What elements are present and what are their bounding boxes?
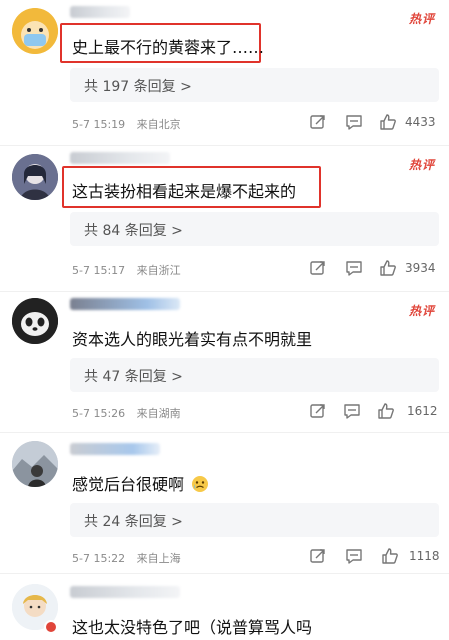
comment-actions: 4433 — [309, 113, 439, 133]
reply-count-button[interactable]: 共 84 条回复 > — [70, 212, 439, 246]
comment-meta: 5-7 15:26 来自湖南 — [72, 405, 189, 421]
username-blurred[interactable] — [70, 298, 180, 310]
share-icon[interactable] — [309, 547, 327, 565]
like-icon[interactable] — [379, 259, 397, 277]
comment-date: 5-7 15:19 — [72, 118, 126, 131]
reply-icon[interactable] — [343, 402, 361, 420]
comment-text: 这古装扮相看起来是爆不起来的 — [72, 182, 297, 201]
comment-meta: 5-7 15:17 来自浙江 — [72, 262, 189, 278]
portrait-avatar-icon — [12, 154, 58, 200]
avatar[interactable] — [12, 441, 58, 487]
like-icon[interactable] — [377, 402, 395, 420]
avatar[interactable] — [12, 298, 58, 344]
reply-icon[interactable] — [345, 113, 363, 131]
like-count: 3934 — [405, 261, 436, 275]
hot-comment-badge: 热评 — [408, 304, 435, 318]
comment-actions: 3934 — [309, 259, 439, 279]
comment-2: 热评 这古装扮相看起来是爆不起来的 共 84 条回复 > 5-7 15:17 来… — [0, 146, 449, 291]
comment-4: 感觉后台很硬啊 共 24 条回复 > 5-7 15:22 来自上海 1118 — [0, 433, 449, 573]
username-blurred[interactable] — [70, 586, 180, 598]
reply-count-button[interactable]: 共 24 条回复 > — [70, 503, 439, 537]
photo-avatar-icon — [12, 441, 58, 487]
comment-meta: 5-7 15:19 来自北京 — [72, 116, 189, 132]
cartoon-avatar-icon — [12, 8, 58, 54]
reply-icon[interactable] — [345, 547, 363, 565]
comment-location: 来自湖南 — [136, 407, 181, 420]
comment-date: 5-7 15:22 — [72, 552, 126, 565]
username-blurred[interactable] — [70, 152, 170, 164]
reply-icon[interactable] — [345, 259, 363, 277]
comment-date: 5-7 15:26 — [72, 407, 126, 420]
comment-location: 来自浙江 — [136, 264, 181, 277]
comment-location: 来自上海 — [136, 552, 181, 565]
share-icon[interactable] — [309, 402, 327, 420]
like-icon[interactable] — [381, 547, 399, 565]
comment-location: 来自北京 — [136, 118, 181, 131]
comment-text: 感觉后台很硬啊 — [72, 471, 209, 495]
share-icon[interactable] — [309, 113, 327, 131]
reply-count-button[interactable]: 共 197 条回复 > — [70, 68, 439, 102]
comment-text: 史上最不行的黄蓉来了…… — [72, 38, 265, 57]
comment-text-content: 感觉后台很硬啊 — [72, 475, 185, 494]
like-count: 4433 — [405, 115, 436, 129]
like-count: 1118 — [409, 549, 440, 563]
comment-date: 5-7 15:17 — [72, 264, 126, 277]
username-blurred[interactable] — [70, 443, 160, 455]
share-icon[interactable] — [309, 259, 327, 277]
like-icon[interactable] — [379, 113, 397, 131]
like-count: 1612 — [407, 404, 438, 418]
avatar[interactable] — [12, 154, 58, 200]
comment-actions: 1612 — [309, 402, 439, 422]
username-blurred[interactable] — [70, 6, 130, 18]
comment-meta: 5-7 15:22 来自上海 — [72, 550, 189, 566]
vip-badge-icon — [44, 620, 58, 634]
hot-comment-badge: 热评 — [408, 158, 435, 172]
comment-5: 这也太没特色了吧（说普算骂人吗 — [0, 574, 449, 640]
reply-count-button[interactable]: 共 47 条回复 > — [70, 358, 439, 392]
panda-avatar-icon — [12, 298, 58, 344]
hot-comment-badge: 热评 — [408, 12, 435, 26]
avatar[interactable] — [12, 8, 58, 54]
comment-text: 这也太没特色了吧（说普算骂人吗 — [72, 618, 313, 637]
comment-3: 热评 资本选人的眼光着实有点不明就里 共 47 条回复 > 5-7 15:26 … — [0, 292, 449, 437]
comment-1: 热评 史上最不行的黄蓉来了…… 共 197 条回复 > 5-7 15:19 来自… — [0, 0, 449, 145]
comment-actions: 1118 — [309, 547, 440, 567]
comment-text: 资本选人的眼光着实有点不明就里 — [72, 330, 313, 349]
crying-emoji-icon — [191, 475, 209, 493]
